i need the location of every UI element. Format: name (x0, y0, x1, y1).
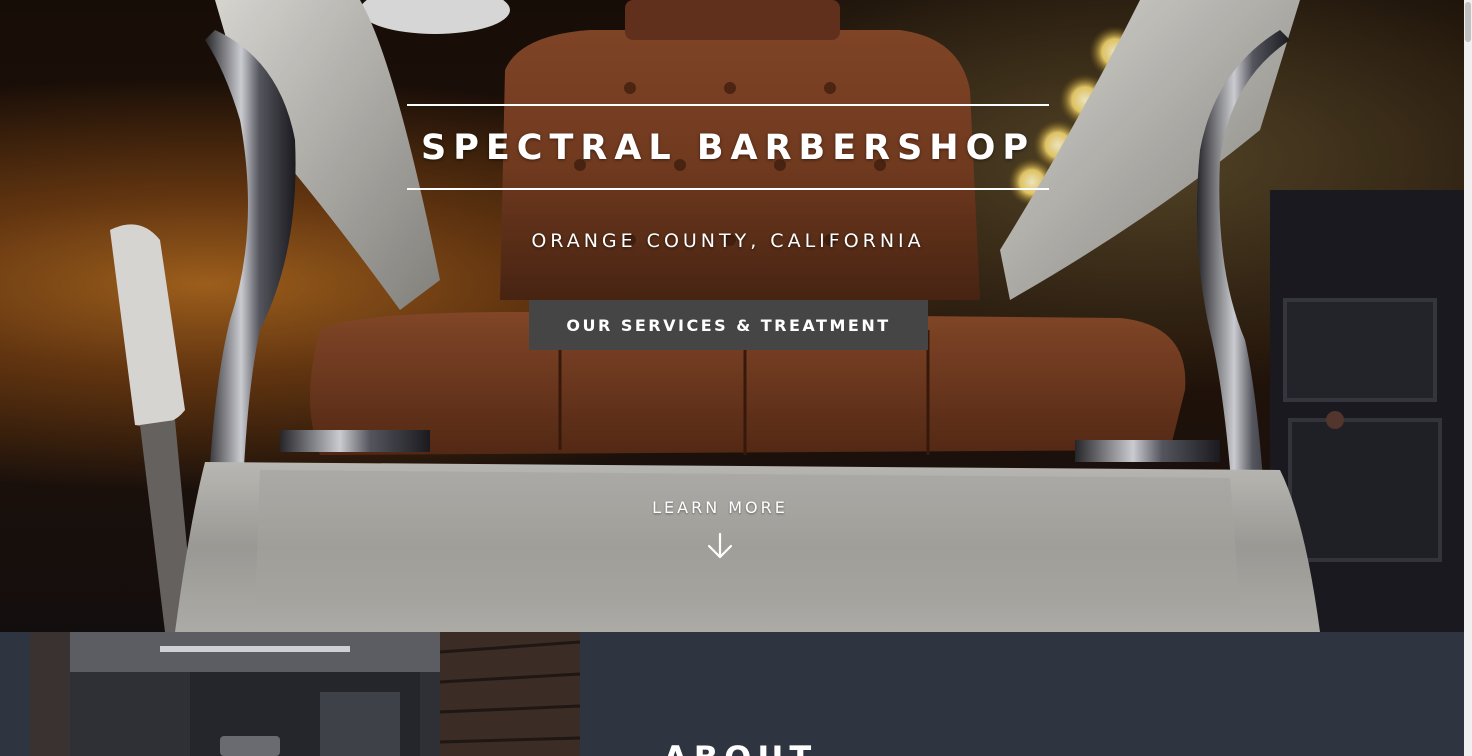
about-section: ABOUT (0, 632, 1464, 756)
services-treatment-button[interactable]: OUR SERVICES & TREATMENT (529, 300, 928, 350)
title-top-rule (407, 104, 1049, 106)
arrow-down-icon (707, 532, 733, 559)
hero-subtitle: ORANGE COUNTY, CALIFORNIA (531, 230, 925, 252)
hero-section: SPECTRAL BARBERSHOP ORANGE COUNTY, CALIF… (0, 0, 1464, 632)
about-heading: ABOUT (663, 738, 817, 756)
scrollbar-thumb[interactable] (1465, 2, 1471, 42)
learn-more-label: LEARN MORE (652, 498, 788, 517)
page-scrollbar[interactable] (1464, 0, 1472, 756)
page: SPECTRAL BARBERSHOP ORANGE COUNTY, CALIF… (0, 0, 1472, 756)
barbershop-interior-photo (30, 632, 580, 756)
page-title: SPECTRAL BARBERSHOP (420, 128, 1035, 168)
title-bottom-rule (407, 188, 1049, 190)
about-image (30, 632, 580, 756)
learn-more-link[interactable]: LEARN MORE (560, 498, 880, 561)
